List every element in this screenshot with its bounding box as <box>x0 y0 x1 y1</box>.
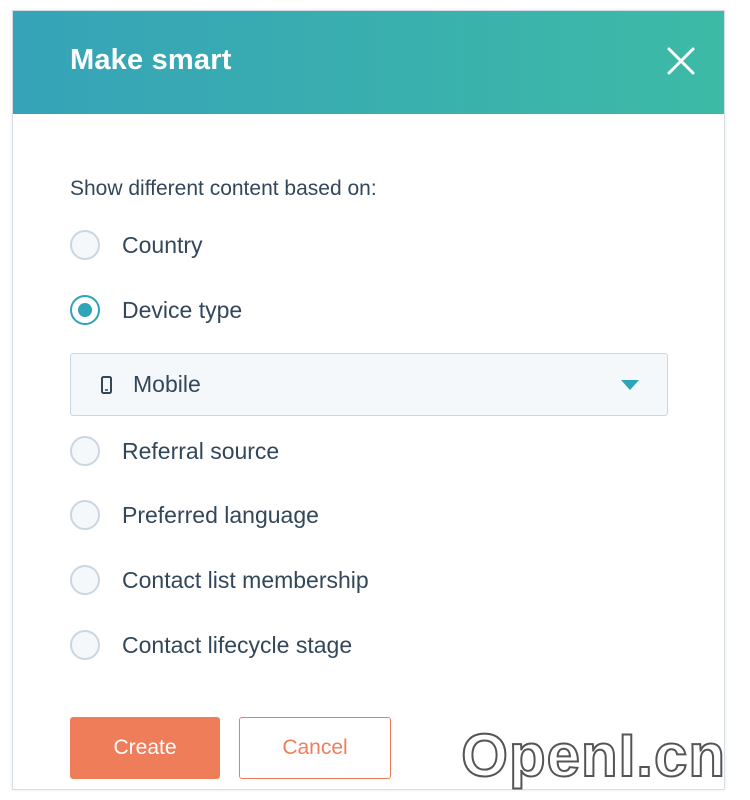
option-label: Preferred language <box>122 501 319 528</box>
create-button[interactable]: Create <box>70 717 220 779</box>
device-select-value: Mobile <box>133 371 201 397</box>
chevron-down-icon <box>621 380 639 390</box>
mobile-phone-icon <box>101 376 112 394</box>
make-smart-dialog: Make smart Show different content based … <box>12 10 725 790</box>
option-device-type[interactable]: Device type <box>70 292 242 328</box>
device-type-select[interactable]: Mobile <box>70 353 668 416</box>
option-label: Device type <box>122 296 243 323</box>
watermark-text: OpenI.cn <box>460 721 726 790</box>
radio-contact-list-membership[interactable] <box>70 565 100 595</box>
radio-contact-lifecycle-stage[interactable] <box>70 630 100 660</box>
option-country[interactable]: Country <box>70 227 203 263</box>
option-referral-source[interactable]: Referral source <box>70 433 279 469</box>
option-preferred-language[interactable]: Preferred language <box>70 497 319 533</box>
option-label: Country <box>122 231 203 258</box>
option-contact-lifecycle-stage[interactable]: Contact lifecycle stage <box>70 627 352 663</box>
dialog-header: Make smart <box>13 11 724 114</box>
radio-country[interactable] <box>70 230 100 260</box>
radio-referral-source[interactable] <box>70 436 100 466</box>
dialog-title: Make smart <box>70 44 232 76</box>
radio-preferred-language[interactable] <box>70 500 100 530</box>
cancel-button[interactable]: Cancel <box>239 717 391 779</box>
option-label: Contact lifecycle stage <box>122 631 353 658</box>
radio-device-type[interactable] <box>70 295 100 325</box>
option-label: Referral source <box>122 437 280 464</box>
option-contact-list-membership[interactable]: Contact list membership <box>70 562 369 598</box>
close-button[interactable] <box>664 44 698 78</box>
form-prompt: Show different content based on: <box>70 177 377 200</box>
close-icon <box>667 47 695 75</box>
option-label: Contact list membership <box>122 566 369 593</box>
